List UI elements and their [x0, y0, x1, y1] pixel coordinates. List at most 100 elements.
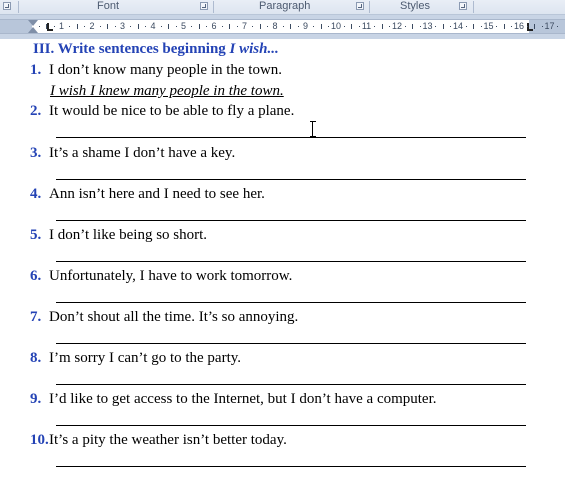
- item-number: 4.: [30, 186, 42, 202]
- ruler-number: 16: [513, 21, 525, 31]
- font-dialog-launcher-icon[interactable]: [200, 2, 208, 10]
- ruler-tick: [496, 26, 498, 27]
- item-text: It would be nice to be able to fly a pla…: [49, 103, 295, 119]
- ruler-tick: [168, 24, 170, 29]
- ruler-tick: [511, 26, 513, 27]
- example-answer: I wish I knew many people in the town.: [50, 83, 284, 99]
- document-page[interactable]: III. Write sentences beginning I wish...…: [0, 39, 565, 500]
- ruler-tick: [198, 24, 200, 29]
- exercise-heading: III. Write sentences beginning I wish...: [33, 41, 279, 58]
- styles-dialog-launcher-icon[interactable]: [459, 2, 467, 10]
- ruler-tick: [99, 26, 101, 27]
- ruler-tick: [541, 26, 543, 27]
- answer-line[interactable]: [56, 137, 526, 138]
- ruler-tick: [435, 26, 437, 27]
- ruler-number: 12: [391, 21, 403, 31]
- ribbon-group-font-label: Font: [97, 0, 120, 12]
- item-number: 10.: [30, 432, 49, 448]
- ruler-number: 7: [241, 21, 248, 31]
- answer-line[interactable]: [56, 466, 526, 467]
- paragraph-dialog-launcher-icon[interactable]: [356, 2, 364, 10]
- ruler-tick: [343, 26, 345, 27]
- ruler-number: 17: [544, 21, 555, 31]
- ruler-tick: [557, 26, 559, 27]
- ruler-number: 11: [361, 21, 372, 31]
- ribbon-group-styles-label: Styles: [400, 0, 430, 12]
- answer-line[interactable]: [56, 220, 526, 221]
- hanging-indent-marker-icon[interactable]: [28, 27, 38, 33]
- clipboard-dialog-launcher-icon[interactable]: [3, 2, 11, 10]
- ruler-tick: [358, 26, 360, 27]
- item-number: 9.: [30, 391, 42, 407]
- ruler-tick: [160, 26, 162, 27]
- ruler-tick: [252, 26, 254, 27]
- ruler-tick: [404, 26, 406, 27]
- answer-line[interactable]: [56, 179, 526, 180]
- ruler-tick: [114, 26, 116, 27]
- ruler-tick: [236, 26, 238, 27]
- item-number: 2.: [30, 103, 42, 119]
- item-text: Ann isn’t here and I need to see her.: [49, 186, 265, 202]
- first-line-indent-marker-icon[interactable]: [28, 20, 38, 26]
- item-text: I don’t like being so short.: [49, 227, 208, 243]
- ruler-number: 2: [89, 21, 95, 31]
- ruler-tick: [381, 24, 383, 29]
- item-text: I’m sorry I can’t go to the party.: [49, 350, 242, 366]
- answer-line[interactable]: [56, 343, 526, 344]
- ruler-number: 6: [211, 21, 217, 31]
- ruler-tick: [46, 24, 48, 29]
- ruler-number: 3: [119, 21, 126, 31]
- ribbon-separator: [213, 1, 214, 13]
- answer-line[interactable]: [56, 261, 526, 262]
- ruler-tick: [145, 26, 147, 27]
- ribbon-group-labels: Font Paragraph Styles: [0, 0, 565, 15]
- ruler-tick: [175, 26, 177, 27]
- ruler-number: 13: [422, 21, 433, 31]
- ruler-tick: [313, 26, 315, 27]
- heading-text: III. Write sentences beginning: [33, 41, 230, 57]
- ruler-tick: [267, 26, 269, 27]
- ruler-tick: [221, 26, 223, 27]
- ruler-number: 14: [452, 21, 464, 31]
- ruler-tick: [130, 26, 132, 27]
- ruler-tick: [503, 24, 505, 29]
- item-number: 1.: [30, 62, 42, 78]
- tab-stop-icon[interactable]: [527, 23, 533, 31]
- answer-line[interactable]: [56, 425, 526, 426]
- item-number: 6.: [30, 268, 42, 284]
- ruler-tick: [442, 24, 444, 29]
- ribbon-separator: [473, 1, 474, 13]
- horizontal-ruler[interactable]: 1 2 3 4 5 6 7 8 9 10 11 12 13 14 15 16 17: [0, 19, 565, 34]
- ruler-tick: [76, 24, 78, 29]
- item-text: Don’t shout all the time. It’s so annoyi…: [49, 309, 299, 325]
- ruler-tick: [389, 26, 391, 27]
- ruler-tick: [53, 26, 55, 27]
- ruler-tick: [259, 24, 261, 29]
- ribbon-group-paragraph-label: Paragraph: [259, 0, 311, 12]
- ruler-tick: [229, 24, 231, 29]
- ruler-number: 10: [330, 21, 342, 31]
- ruler-number: 4: [150, 21, 156, 31]
- ruler-tick: [297, 26, 299, 27]
- i-beam-cursor-icon: [310, 121, 316, 137]
- item-number: 8.: [30, 350, 42, 366]
- ruler-tick: [465, 26, 467, 27]
- ruler-number: 5: [180, 21, 187, 31]
- ruler-tick: [290, 24, 292, 29]
- ruler-tick: [191, 26, 193, 27]
- answer-line[interactable]: [56, 302, 526, 303]
- ribbon-separator: [18, 1, 19, 13]
- ruler-tick: [473, 24, 475, 29]
- ruler-number: 9: [302, 21, 309, 31]
- item-text: It’s a shame I don’t have a key.: [49, 145, 236, 161]
- item-number: 5.: [30, 227, 42, 243]
- answer-line[interactable]: [56, 384, 526, 385]
- tab-stop-icon[interactable]: [47, 23, 53, 31]
- ruler-area: 1 2 3 4 5 6 7 8 9 10 11 12 13 14 15 16 17: [0, 15, 565, 39]
- ruler-tick: [480, 26, 482, 27]
- ruler-tick: [38, 26, 40, 27]
- item-text: I don’t know many people in the town.: [49, 62, 283, 78]
- item-text: Unfortunately, I have to work tomorrow.: [49, 268, 293, 284]
- ruler-number: 15: [483, 21, 494, 31]
- ruler-tick: [351, 24, 353, 29]
